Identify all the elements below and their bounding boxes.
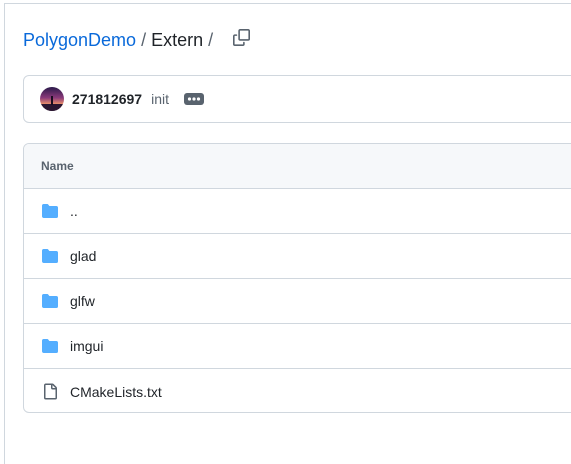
table-row-glad[interactable]: glad	[24, 234, 571, 279]
column-header-name: Name	[41, 159, 74, 173]
row-name: glad	[70, 248, 97, 264]
table-row-cmakelists[interactable]: CMakeLists.txt	[24, 369, 571, 412]
commit-message-link[interactable]: init	[151, 91, 169, 107]
breadcrumb-current-folder: Extern	[151, 29, 204, 50]
folder-icon	[41, 247, 59, 265]
folder-icon	[41, 202, 59, 220]
table-row-parent-directory[interactable]: ..	[24, 189, 571, 234]
table-row-imgui[interactable]: imgui	[24, 324, 571, 369]
copy-path-button[interactable]	[229, 28, 253, 52]
avatar[interactable]	[40, 87, 64, 111]
row-name: CMakeLists.txt	[70, 383, 162, 400]
row-name: imgui	[70, 338, 104, 354]
folder-icon	[41, 292, 59, 310]
copy-icon	[232, 29, 250, 51]
breadcrumb-separator: /	[141, 29, 147, 50]
commit-details-button[interactable]	[183, 92, 204, 106]
table-row-glfw[interactable]: glfw	[24, 279, 571, 324]
row-name: glfw	[70, 293, 95, 309]
table-header: Name	[24, 144, 571, 189]
breadcrumb-separator: /	[208, 29, 214, 50]
breadcrumb-repo-link[interactable]: PolygonDemo	[23, 30, 136, 51]
row-name: ..	[70, 203, 78, 219]
commit-author-link[interactable]: 271812697	[72, 91, 142, 107]
breadcrumb: PolygonDemo / Extern /	[23, 28, 218, 52]
file-table: Name .. glad glfw imgui CMakeLists.txt	[23, 143, 571, 413]
latest-commit-box: 271812697 init	[23, 75, 571, 123]
ellipsis-icon	[183, 93, 204, 105]
folder-icon	[41, 337, 59, 355]
file-icon	[41, 383, 59, 401]
